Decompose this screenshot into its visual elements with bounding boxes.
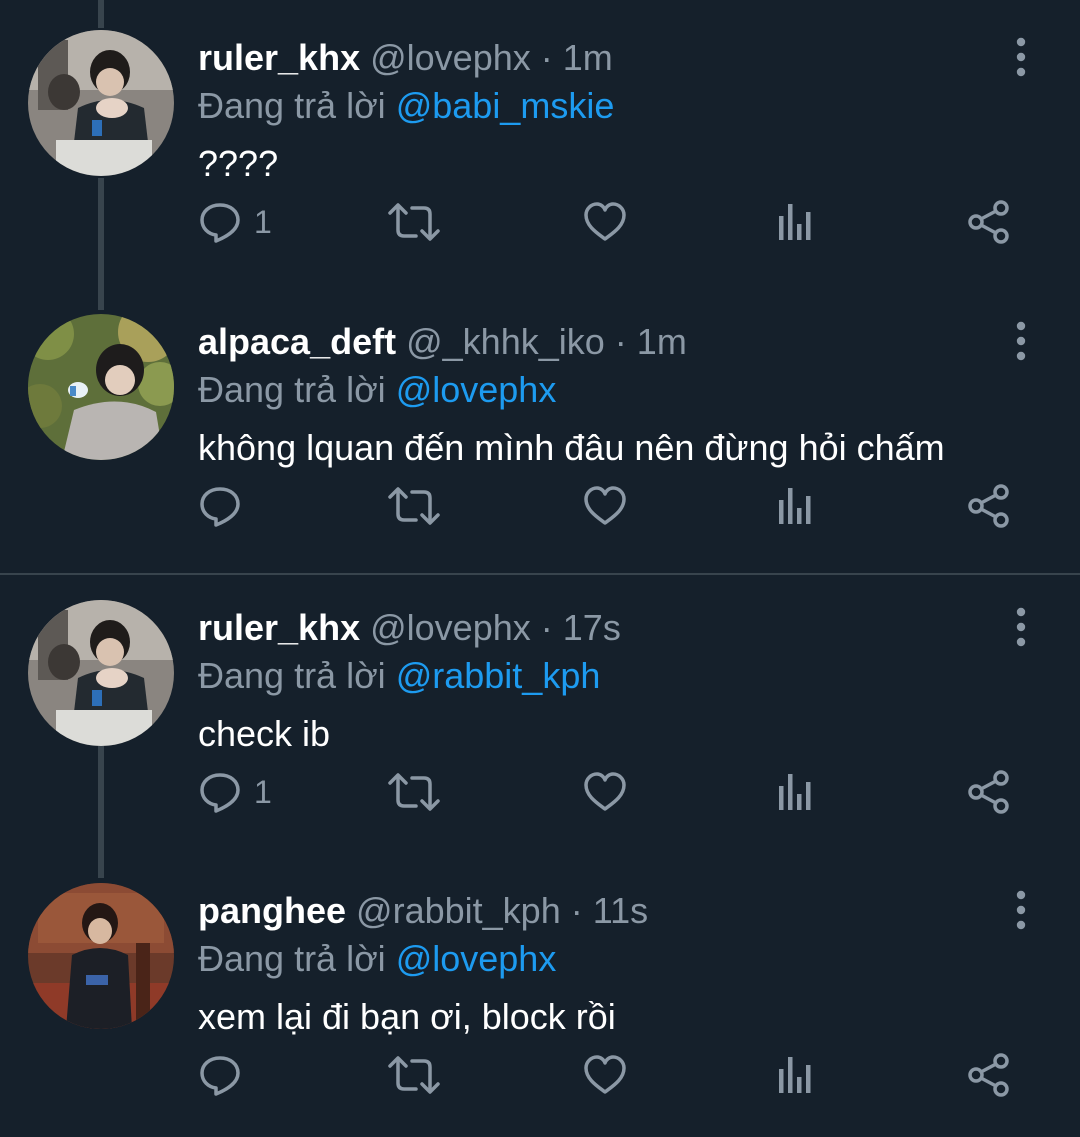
- display-name[interactable]: alpaca_deft: [198, 321, 396, 362]
- tweet[interactable]: alpaca_deft @_khhk_iko · 1m Đang trả lời…: [0, 284, 1080, 568]
- share-icon: [968, 484, 1009, 528]
- retweet-button[interactable]: [388, 1045, 440, 1105]
- heart-icon: [584, 202, 626, 241]
- mention-link[interactable]: @rabbit_kph: [396, 655, 601, 696]
- separator-dot: ·: [614, 321, 627, 362]
- reply-button[interactable]: [198, 476, 254, 536]
- separator-dot: ·: [570, 890, 583, 931]
- share-icon: [968, 1053, 1009, 1097]
- retweet-button[interactable]: [388, 476, 440, 536]
- user-handle[interactable]: @_khhk_iko: [406, 321, 605, 362]
- separator-dot: ·: [540, 607, 553, 648]
- reply-icon: [200, 1056, 240, 1096]
- tweet-header: alpaca_deft @_khhk_iko · 1m: [198, 318, 687, 366]
- replying-to: Đang trả lời @lovephx: [198, 935, 556, 983]
- retweet-icon: [388, 487, 440, 525]
- replying-to: Đang trả lời @rabbit_kph: [198, 652, 600, 700]
- replying-to-label: Đang trả lời: [198, 369, 386, 410]
- tweet-header: ruler_khx @lovephx · 1m: [198, 34, 613, 82]
- retweet-icon: [388, 773, 440, 811]
- display-name[interactable]: ruler_khx: [198, 607, 360, 648]
- display-name[interactable]: panghee: [198, 890, 346, 931]
- reply-button[interactable]: 1: [198, 192, 272, 252]
- views-button[interactable]: [776, 1045, 816, 1105]
- tweet-time[interactable]: 1m: [563, 37, 613, 78]
- mention-link[interactable]: @babi_mskie: [396, 85, 615, 126]
- tweet[interactable]: panghee @rabbit_kph · 11s Đang trả lời @…: [0, 853, 1080, 1137]
- replying-to-label: Đang trả lời: [198, 655, 386, 696]
- views-button[interactable]: [776, 762, 816, 822]
- replying-to-label: Đang trả lời: [198, 85, 386, 126]
- avatar-image: [28, 314, 174, 460]
- tweet-header: ruler_khx @lovephx · 17s: [198, 604, 621, 652]
- tweet-text: xem lại đi bạn ơi, block rồi: [198, 996, 616, 1037]
- reply-icon: [200, 773, 240, 813]
- views-icon: [779, 1057, 811, 1093]
- avatar[interactable]: [28, 314, 174, 460]
- reply-button[interactable]: [198, 1045, 254, 1105]
- retweet-button[interactable]: [388, 762, 440, 822]
- avatar[interactable]: [28, 883, 174, 1029]
- avatar[interactable]: [28, 600, 174, 746]
- share-button[interactable]: [966, 476, 1012, 536]
- heart-icon: [584, 1055, 626, 1094]
- tweet-time[interactable]: 17s: [563, 607, 621, 648]
- share-button[interactable]: [966, 762, 1012, 822]
- avatar-image: [28, 600, 174, 746]
- views-icon: [779, 204, 811, 240]
- views-icon: [779, 488, 811, 524]
- more-vertical-icon[interactable]: [1004, 36, 1038, 78]
- views-button[interactable]: [776, 476, 816, 536]
- replying-to: Đang trả lời @lovephx: [198, 366, 556, 414]
- tweet-actions: [0, 476, 1080, 536]
- tweet-text: ????: [198, 143, 279, 184]
- like-button[interactable]: [583, 192, 627, 252]
- tweet-actions: [0, 1045, 1080, 1105]
- retweet-icon: [388, 203, 440, 241]
- reply-icon: [200, 203, 240, 243]
- heart-icon: [584, 486, 626, 525]
- reply-count: 1: [254, 203, 272, 240]
- more-vertical-icon[interactable]: [1004, 889, 1038, 931]
- reply-button[interactable]: 1: [198, 762, 272, 822]
- tweet[interactable]: ruler_khx @lovephx · 17s Đang trả lời @r…: [0, 570, 1080, 854]
- retweet-icon: [388, 1056, 440, 1094]
- avatar[interactable]: [28, 30, 174, 176]
- share-icon: [968, 200, 1009, 244]
- mention-link[interactable]: @lovephx: [396, 369, 557, 410]
- separator-dot: ·: [540, 37, 553, 78]
- display-name[interactable]: ruler_khx: [198, 37, 360, 78]
- replying-to-label: Đang trả lời: [198, 938, 386, 979]
- more-vertical-icon[interactable]: [1004, 606, 1038, 648]
- tweet-text: không lquan đến mình đâu nên đừng hỏi ch…: [198, 427, 945, 468]
- more-vertical-icon[interactable]: [1004, 320, 1038, 362]
- share-button[interactable]: [966, 1045, 1012, 1105]
- tweet-actions: 1: [0, 192, 1080, 252]
- heart-icon: [584, 772, 626, 811]
- tweet-actions: 1: [0, 762, 1080, 822]
- mention-link[interactable]: @lovephx: [396, 938, 557, 979]
- user-handle[interactable]: @lovephx: [370, 37, 531, 78]
- tweet-text: check ib: [198, 713, 331, 754]
- reply-icon: [200, 487, 240, 527]
- like-button[interactable]: [583, 762, 627, 822]
- avatar-image: [28, 883, 174, 1029]
- like-button[interactable]: [583, 476, 627, 536]
- reply-count: 1: [254, 773, 272, 810]
- tweet-time[interactable]: 1m: [637, 321, 687, 362]
- views-button[interactable]: [776, 192, 816, 252]
- tweet-header: panghee @rabbit_kph · 11s: [198, 887, 648, 935]
- like-button[interactable]: [583, 1045, 627, 1105]
- user-handle[interactable]: @rabbit_kph: [356, 890, 561, 931]
- replying-to: Đang trả lời @babi_mskie: [198, 82, 614, 130]
- share-button[interactable]: [966, 192, 1012, 252]
- tweet-time[interactable]: 11s: [593, 890, 648, 931]
- avatar-image: [28, 30, 174, 176]
- share-icon: [968, 770, 1009, 814]
- retweet-button[interactable]: [388, 192, 440, 252]
- user-handle[interactable]: @lovephx: [370, 607, 531, 648]
- views-icon: [779, 774, 811, 810]
- tweet[interactable]: ruler_khx @lovephx · 1m Đang trả lời @ba…: [0, 0, 1080, 284]
